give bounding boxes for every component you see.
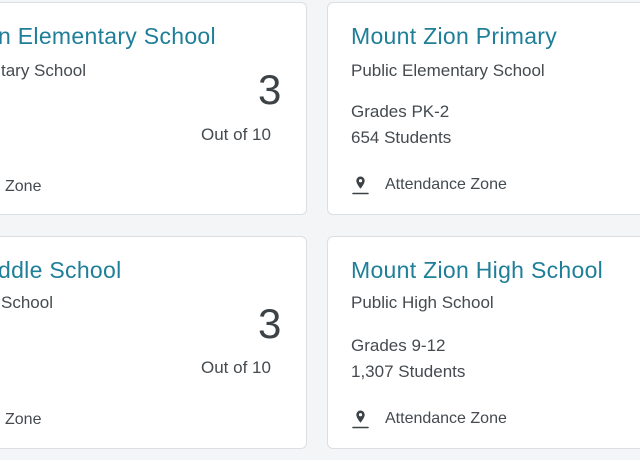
- school-card-middle[interactable]: ddle School School 3 Out of 10 Zone: [0, 236, 307, 449]
- school-card-primary[interactable]: Mount Zion Primary Public Elementary Sch…: [327, 2, 640, 215]
- rating-score: 3: [258, 300, 282, 347]
- school-type: School: [1, 293, 53, 312]
- school-card-elementary[interactable]: n Elementary School tary School 3 Out of…: [0, 2, 307, 215]
- zone-label: Zone: [5, 411, 42, 428]
- school-name-link[interactable]: n Elementary School: [0, 23, 216, 50]
- attendance-zone-link[interactable]: Attendance Zone: [352, 409, 507, 429]
- zone-label: Attendance Zone: [385, 176, 507, 193]
- map-pin-icon: [352, 410, 369, 429]
- attendance-zone-link[interactable]: Attendance Zone: [352, 175, 507, 195]
- school-name-link[interactable]: ddle School: [0, 257, 122, 284]
- school-card-high[interactable]: Mount Zion High School Public High Schoo…: [327, 236, 640, 449]
- school-name-link[interactable]: Mount Zion Primary: [351, 23, 557, 50]
- school-type: Public High School: [351, 293, 494, 312]
- zone-label: Zone: [5, 178, 42, 195]
- grades-range: Grades 9-12: [351, 336, 446, 355]
- rating-score: 3: [258, 66, 282, 113]
- attendance-zone-link[interactable]: Zone: [5, 411, 41, 429]
- zone-label: Attendance Zone: [385, 410, 507, 427]
- rating-scale: Out of 10: [201, 125, 271, 144]
- attendance-zone-link[interactable]: Zone: [5, 178, 41, 196]
- student-count: 654 Students: [351, 128, 452, 147]
- grades-range: Grades PK-2: [351, 102, 450, 121]
- rating-scale: Out of 10: [201, 358, 271, 377]
- school-type: Public Elementary School: [351, 61, 545, 80]
- student-count: 1,307 Students: [351, 362, 466, 381]
- school-name-link[interactable]: Mount Zion High School: [351, 257, 603, 284]
- school-type: tary School: [1, 61, 87, 80]
- map-pin-icon: [352, 176, 369, 195]
